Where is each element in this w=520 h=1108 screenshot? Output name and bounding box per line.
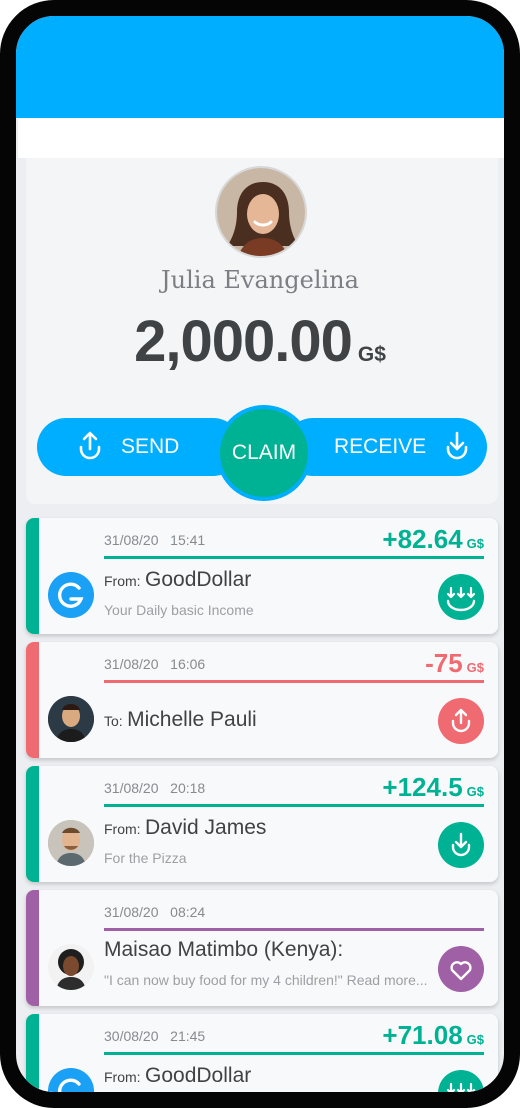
card-accent-stripe <box>26 518 39 634</box>
card-date: 31/08/20 15:41 <box>104 532 206 548</box>
card-counterparty: From: David James <box>104 816 267 839</box>
feed-card[interactable]: 31/08/20 20:18 +124.5 G$ From: David Jame… <box>26 766 498 882</box>
card-divider <box>104 928 484 931</box>
card-counterparty: Maisao Matimbo (Kenya): <box>104 938 344 961</box>
card-amount: +82.64 G$ <box>382 524 484 554</box>
balance-display: 2,000.00 G$ <box>16 308 504 375</box>
card-counterparty: From: GoodDollar <box>104 568 252 591</box>
heart-icon[interactable] <box>438 946 484 992</box>
card-amount: +71.08 G$ <box>382 1020 484 1050</box>
user-name: Julia Evangelina <box>161 266 359 294</box>
gooddollar-logo <box>48 1068 94 1092</box>
feed-card[interactable]: 31/08/20 15:41 +82.64 G$ From: GoodDollar… <box>26 518 498 634</box>
card-counterparty: From: GoodDollar <box>104 1064 252 1087</box>
claim-icon[interactable] <box>438 1070 484 1092</box>
card-amount: +124.5 G$ <box>382 772 484 802</box>
app-header <box>16 16 504 118</box>
card-amount: -75 G$ <box>425 648 484 678</box>
card-accent-stripe <box>26 642 39 758</box>
avatar <box>48 820 94 866</box>
card-date: 31/08/20 08:24 <box>104 904 206 920</box>
send-button[interactable]: SEND <box>37 418 242 476</box>
card-subtitle: "I can now buy food for my 4 children!" … <box>104 972 428 988</box>
card-accent-stripe <box>26 890 39 1006</box>
card-divider <box>104 680 484 683</box>
header-spacer <box>18 118 504 158</box>
send-label: SEND <box>121 435 180 458</box>
claim-icon[interactable] <box>438 574 484 620</box>
receive-button[interactable]: RECEIVE <box>284 418 487 476</box>
card-divider <box>104 1052 484 1055</box>
feed-card[interactable]: 31/08/20 16:06 -75 G$ To: Michelle Pauli <box>26 642 498 758</box>
receive-icon[interactable] <box>438 822 484 868</box>
receive-label: RECEIVE <box>334 435 427 458</box>
card-divider <box>104 804 484 807</box>
card-accent-stripe <box>26 766 39 882</box>
claim-button[interactable]: CLAIM <box>216 405 312 501</box>
phone-frame: Julia Evangelina 2,000.00 G$ SEND RECEIVE… <box>0 0 520 1108</box>
feed-card[interactable]: 30/08/20 21:45 +71.08 G$ From: GoodDollar <box>26 1014 498 1092</box>
card-accent-stripe <box>26 1014 39 1092</box>
avatar <box>48 696 94 742</box>
card-divider <box>104 556 484 559</box>
balance-currency: G$ <box>357 343 386 366</box>
download-icon <box>444 430 470 465</box>
upload-icon <box>77 430 103 465</box>
balance-amount: 2,000.00 <box>134 309 353 374</box>
card-subtitle: Your Daily basic Income <box>104 602 254 618</box>
feed-card[interactable]: 31/08/20 08:24 Maisao Matimbo (Kenya): "… <box>26 890 498 1006</box>
card-date: 30/08/20 21:45 <box>104 1028 206 1044</box>
send-icon[interactable] <box>438 698 484 744</box>
card-counterparty: To: Michelle Pauli <box>104 708 257 731</box>
avatar <box>48 944 94 990</box>
card-date: 31/08/20 20:18 <box>104 780 206 796</box>
gooddollar-logo <box>48 572 94 618</box>
card-subtitle: For the Pizza <box>104 850 187 866</box>
card-date: 31/08/20 16:06 <box>104 656 206 672</box>
user-avatar[interactable] <box>215 166 307 258</box>
